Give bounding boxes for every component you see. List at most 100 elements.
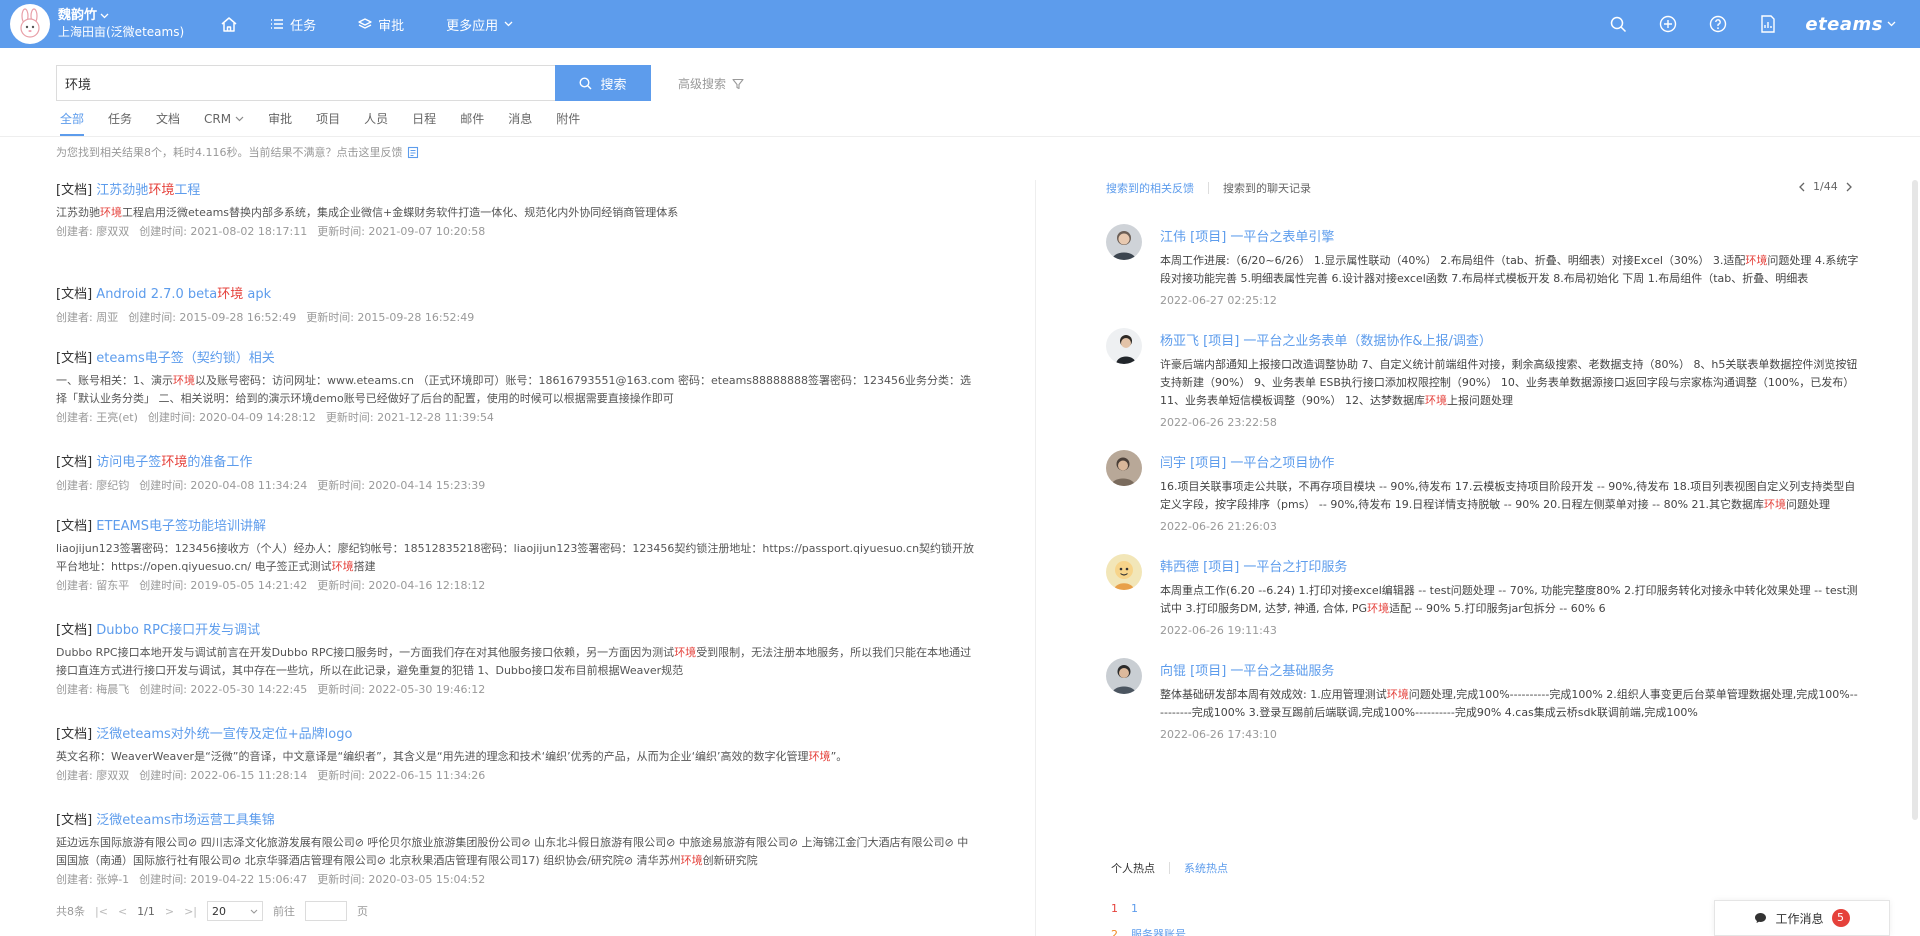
global-search-button[interactable] [1593,0,1643,48]
result-meta: 创建者: 廖纪钧 创建时间: 2020-04-08 11:34:24 更新时间: 2… [56,479,486,492]
avatar[interactable] [1106,328,1142,364]
user-avatar[interactable] [10,4,50,44]
tab-chat-records[interactable]: 搜索到的聊天记录 [1223,180,1311,196]
result-title[interactable]: [文档] 泛微eteams对外统一宣传及定位+品牌logo [56,722,976,748]
result-info[interactable]: 为您找到相关结果8个，耗时4.116秒。当前结果不满意？点击这里反馈 [56,144,419,160]
feed-item: 江伟 [项目] 一平台之表单引擎 本周工作进展:（6/20~6/26） 1.显示… [1106,224,1866,312]
result-title[interactable]: [文档] Android 2.7.0 beta环境 apk [56,282,976,308]
tab-related-feedback[interactable]: 搜索到的相关反馈 [1106,180,1194,196]
page-jump-input[interactable] [305,901,348,921]
search-input[interactable] [56,65,556,101]
work-message-button[interactable]: 工作消息 5 [1714,900,1890,936]
next-page-icon[interactable]: > [165,905,174,918]
category-tabs: 全部 任务 文档 CRM 审批 项目 人员 日程 邮件 消息 附件 [60,104,604,136]
result-title[interactable]: [文档] Dubbo RPC接口开发与调试 [56,618,976,644]
user-block[interactable]: 魏韵竹 上海田亩(泛微eteams) [58,7,184,41]
feed-item: 韩西德 [项目] 一平台之打印服务 本周重点工作(6.20 --6.24) 1.… [1106,554,1866,642]
result-title[interactable]: [文档] 泛微eteams市场运营工具集锦 [56,808,976,834]
tab-separator [1169,862,1170,874]
person-avatar-icon [1116,335,1136,364]
result-meta: 创建者: 廖双双 创建时间: 2022-06-15 11:28:14 更新时间: 2… [56,769,486,782]
tab-document[interactable]: 文档 [156,104,180,136]
chevron-down-icon [504,21,513,27]
feed-title[interactable]: 江伟 [项目] 一平台之表单引擎 [1160,224,1860,252]
avatar[interactable] [1106,554,1142,590]
cartoon-avatar-icon [1114,561,1134,590]
nav-home[interactable] [214,0,244,48]
feed-title[interactable]: 向锟 [项目] 一平台之基础服务 [1160,658,1860,686]
feed-time: 2022-06-26 19:11:43 [1160,624,1277,637]
chevron-down-icon [250,909,258,914]
tab-project[interactable]: 项目 [316,104,340,136]
page-size-select[interactable]: 20 [207,901,264,921]
result-desc: 一、账号相关：1、演示环境以及账号密码：访问网址：www.eteams.cn （… [56,374,972,405]
search-button[interactable]: 搜索 [555,65,651,101]
tab-message[interactable]: 消息 [508,104,532,136]
result-meta: 创建者: 廖双双 创建时间: 2021-08-02 18:17:11 更新时间: 2… [56,225,486,238]
result-item: [文档] eteams电子签（契约锁）相关 一、账号相关：1、演示环境以及账号密… [56,346,976,450]
nav-more-apps[interactable]: 更多应用 [446,0,513,48]
tab-personal-hot[interactable]: 个人热点 [1111,860,1155,876]
chevron-down-icon [235,116,244,122]
result-list: [文档] 江苏劲驰环境工程 江苏劲驰环境工程启用泛微eteams替换内部多系统，… [56,178,976,912]
tabs-divider [0,136,1920,137]
avatar[interactable] [1106,224,1142,260]
list-item[interactable]: 1 1 [1111,896,1186,922]
main-nav: 任务 审批 更多应用 [214,0,555,48]
tab-people[interactable]: 人员 [364,104,388,136]
result-desc: 英文名称：WeaverWeaver是“泛微”的音译，中文意译是“编织者”，其含义… [56,750,848,763]
result-title[interactable]: [文档] 江苏劲驰环境工程 [56,178,976,204]
chat-bubble-icon [1755,913,1767,923]
nav-approval[interactable]: 审批 [358,0,404,48]
message-count-badge: 5 [1831,909,1850,927]
tab-all[interactable]: 全部 [60,104,85,136]
home-icon [221,16,237,32]
hot-tabs: 个人热点 系统热点 [1111,860,1228,876]
list-icon [271,19,284,29]
tab-task[interactable]: 任务 [108,104,132,136]
feed-desc: 许豪后端内部通知上报接口改造调整协助 7、自定义统计前端组件对接，剩余高级搜索、… [1160,358,1858,407]
result-title[interactable]: [文档] ETEAMS电子签功能培训讲解 [56,514,976,540]
feed-desc: 本周工作进展:（6/20~6/26） 1.显示属性联动（40%） 2.布局组件（… [1160,254,1859,285]
help-button[interactable] [1693,0,1743,48]
prev-page-icon[interactable]: < [118,905,127,918]
result-item: [文档] 江苏劲驰环境工程 江苏劲驰环境工程启用泛微eteams替换内部多系统，… [56,178,976,282]
feed-title[interactable]: 杨亚飞 [项目] 一平台之业务表单（数据协作&上报/调查） [1160,328,1860,356]
feed-title[interactable]: 韩西德 [项目] 一平台之打印服务 [1160,554,1860,582]
first-page-icon[interactable]: |< [95,905,108,918]
feed-time: 2022-06-26 17:43:10 [1160,728,1277,741]
right-scrollbar[interactable] [1912,180,1918,820]
tab-approval[interactable]: 审批 [268,104,292,136]
right-panel-pager: 1/44 [1798,180,1853,193]
tab-system-hot[interactable]: 系统热点 [1184,860,1228,876]
chevron-left-icon[interactable] [1798,182,1805,192]
document-chart-icon [1761,15,1776,33]
tab-schedule[interactable]: 日程 [412,104,436,136]
result-title[interactable]: [文档] eteams电子签（契约锁）相关 [56,346,976,372]
tab-crm[interactable]: CRM [204,104,244,136]
user-name: 魏韵竹 [58,7,184,24]
feed-item: 向锟 [项目] 一平台之基础服务 整体基础研发部本周有效成效: 1.应用管理测试… [1106,658,1866,746]
report-button[interactable] [1743,0,1793,48]
create-button[interactable] [1643,0,1693,48]
chevron-down-icon [100,13,109,18]
list-item[interactable]: 2 服务器账号 [1111,922,1186,936]
avatar[interactable] [1106,658,1142,694]
result-item: [文档] Dubbo RPC接口开发与调试 Dubbo RPC接口本地开发与调试… [56,618,976,722]
tab-mail[interactable]: 邮件 [460,104,484,136]
chevron-right-icon[interactable] [1846,182,1853,192]
rabbit-avatar-icon [20,8,40,38]
advanced-search[interactable]: 高级搜索 [678,75,744,92]
avatar[interactable] [1106,450,1142,486]
person-avatar-icon [1111,457,1135,486]
result-desc: Dubbo RPC接口本地开发与调试前言在开发Dubbo RPC接口服务时，一方… [56,646,972,677]
last-page-icon[interactable]: >| [184,905,197,918]
feed-title[interactable]: 闫宇 [项目] 一平台之项目协作 [1160,450,1860,478]
result-title[interactable]: [文档] 访问电子签环境的准备工作 [56,450,976,476]
nav-task[interactable]: 任务 [270,0,316,48]
plus-circle-icon [1660,15,1677,33]
feed-item: 闫宇 [项目] 一平台之项目协作 16.项目关联事项走公共联，不再存项目模块 -… [1106,450,1866,538]
tab-attachment[interactable]: 附件 [556,104,580,136]
brand-logo[interactable]: eteams [1805,14,1896,35]
tab-separator [1208,182,1209,194]
